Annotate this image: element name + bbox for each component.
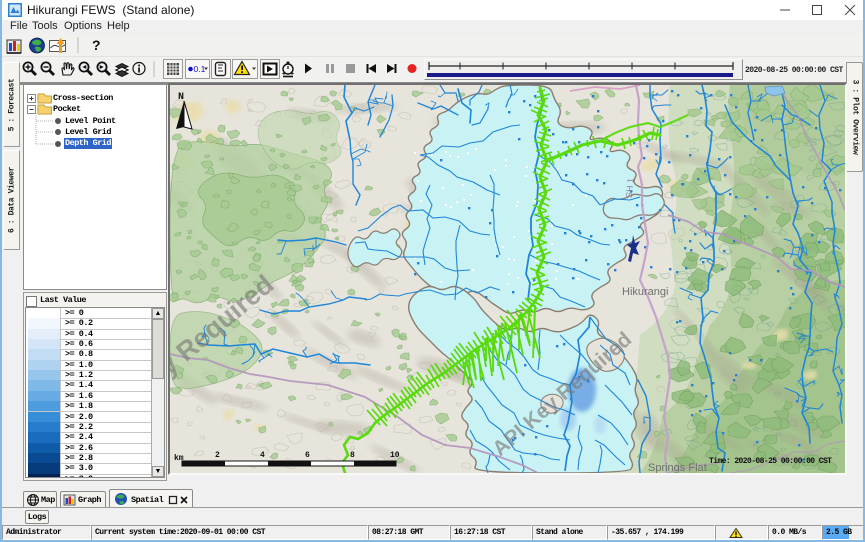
svg-text:Time: 2020-08-25 00:00:00 CST: Time: 2020-08-25 00:00:00 CST: [709, 457, 832, 466]
svg-text:SH 1: SH 1: [624, 178, 636, 199]
svg-text:2: 2: [215, 451, 220, 460]
svg-text:?: ?: [92, 37, 101, 53]
svg-text:N: N: [178, 92, 184, 103]
svg-text:4: 4: [260, 451, 265, 460]
svg-text:8: 8: [350, 451, 355, 460]
svg-text:0.1: 0.1: [194, 64, 206, 74]
svg-text:Hikurangi: Hikurangi: [622, 286, 668, 298]
svg-text:10: 10: [390, 451, 400, 460]
svg-text:6: 6: [305, 451, 310, 460]
svg-text:Springs Flat: Springs Flat: [648, 462, 707, 473]
